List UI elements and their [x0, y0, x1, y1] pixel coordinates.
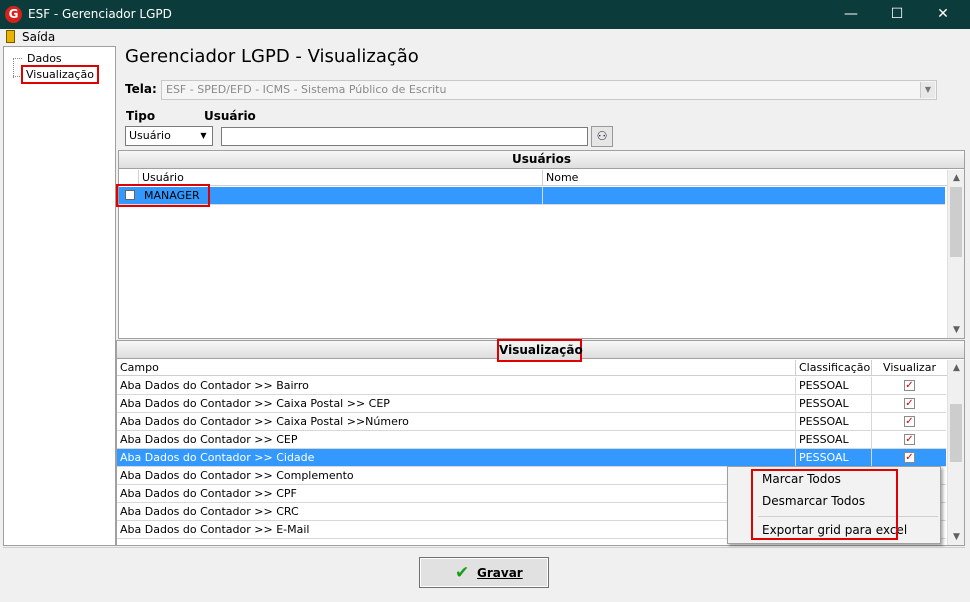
table-row[interactable]: MANAGER: [119, 187, 945, 205]
campo-cell: Aba Dados do Contador >> Complemento: [117, 467, 796, 485]
usuario-label: Usuário: [204, 109, 256, 123]
scroll-thumb[interactable]: [950, 187, 962, 257]
visualizar-cell: ✓: [872, 377, 946, 395]
app-logo-icon: G: [5, 6, 22, 23]
scroll-thumb[interactable]: [950, 404, 962, 462]
table-row[interactable]: Aba Dados do Contador >> Bairro PESSOAL …: [117, 377, 946, 395]
navigation-tree: [3, 46, 116, 546]
scroll-down-icon[interactable]: ▼: [948, 322, 965, 338]
scroll-up-icon[interactable]: ▲: [948, 360, 965, 376]
chevron-down-icon[interactable]: ▼: [196, 128, 211, 144]
window-title: ESF - Gerenciador LGPD: [28, 7, 172, 21]
scroll-down-icon[interactable]: ▼: [948, 529, 965, 545]
campo-cell: Aba Dados do Contador >> CPF: [117, 485, 796, 503]
tipo-label: Tipo: [126, 109, 156, 123]
exit-door-icon: [6, 30, 15, 43]
tipo-select[interactable]: Usuário ▼: [125, 126, 213, 146]
visualizar-cell: ✓: [872, 449, 946, 467]
table-row[interactable]: Aba Dados do Contador >> Caixa Postal >>…: [117, 395, 946, 413]
highlight-box: [751, 469, 898, 540]
page-title: Gerenciador LGPD - Visualização: [125, 46, 419, 67]
visualizar-cell: ✓: [872, 413, 946, 431]
vis-grid-scrollbar[interactable]: ▲ ▼: [947, 360, 964, 545]
users-grid-header: Usuário Nome: [119, 170, 947, 186]
classificacao-cell: PESSOAL: [796, 377, 872, 395]
classificacao-cell: PESSOAL: [796, 449, 872, 467]
title-bar: G ESF - Gerenciador LGPD — ☐ ✕: [0, 0, 970, 29]
close-icon[interactable]: ✕: [920, 0, 966, 29]
visualizar-checkbox[interactable]: ✓: [904, 398, 915, 409]
tela-select-value: ESF - SPED/EFD - ICMS - Sistema Público …: [166, 83, 447, 96]
campo-cell: Aba Dados do Contador >> Caixa Postal >>…: [117, 413, 796, 431]
campo-cell: Aba Dados do Contador >> Bairro: [117, 377, 796, 395]
check-icon: ✔: [455, 563, 470, 583]
campo-cell: Aba Dados do Contador >> Caixa Postal >>…: [117, 395, 796, 413]
classificacao-cell: PESSOAL: [796, 413, 872, 431]
highlight-box: [116, 184, 210, 207]
campo-cell: Aba Dados do Contador >> E-Mail: [117, 521, 796, 539]
save-button[interactable]: ✔ Gravar: [419, 557, 549, 588]
usuario-input[interactable]: [221, 127, 588, 146]
menu-exit[interactable]: Saída: [22, 30, 55, 44]
tree-connector: [13, 58, 14, 78]
search-binoculars-button[interactable]: ⚇: [591, 126, 613, 147]
campo-cell: Aba Dados do Contador >> CRC: [117, 503, 796, 521]
tipo-select-value: Usuário: [129, 129, 171, 142]
tela-label: Tela:: [125, 82, 157, 96]
classificacao-cell: PESSOAL: [796, 395, 872, 413]
visualizar-checkbox[interactable]: ✓: [904, 452, 915, 463]
visualizar-checkbox[interactable]: ✓: [904, 434, 915, 445]
column-header-nome[interactable]: Nome: [543, 170, 947, 186]
vis-grid-header: Campo Classificação Visualizar: [117, 360, 947, 376]
name-cell: [543, 187, 945, 205]
tree-item-dados[interactable]: Dados: [27, 52, 62, 65]
visualizar-checkbox[interactable]: ✓: [904, 416, 915, 427]
users-panel: Usuários Usuário Nome ▲ ▼: [118, 150, 965, 339]
table-row[interactable]: Aba Dados do Contador >> CEP PESSOAL ✓: [117, 431, 946, 449]
table-row[interactable]: Aba Dados do Contador >> Caixa Postal >>…: [117, 413, 946, 431]
users-panel-caption: Usuários: [119, 151, 964, 169]
users-grid-scrollbar[interactable]: ▲ ▼: [947, 170, 964, 338]
menu-bar: [0, 29, 970, 46]
chevron-down-icon: ▼: [920, 82, 935, 98]
classificacao-cell: PESSOAL: [796, 431, 872, 449]
binoculars-icon: ⚇: [596, 129, 608, 143]
column-header-visualizar[interactable]: Visualizar: [872, 360, 947, 376]
column-header-campo[interactable]: Campo: [117, 360, 796, 376]
visualizar-cell: ✓: [872, 395, 946, 413]
column-header-classificacao[interactable]: Classificação: [796, 360, 872, 376]
campo-cell: Aba Dados do Contador >> CEP: [117, 431, 796, 449]
tree-item-visualizacao[interactable]: Visualização: [21, 65, 99, 84]
tela-select: ESF - SPED/EFD - ICMS - Sistema Público …: [161, 80, 937, 100]
minimize-icon[interactable]: —: [828, 0, 874, 29]
visualizacao-panel-caption: Visualização: [497, 339, 583, 362]
table-row-selected[interactable]: Aba Dados do Contador >> Cidade PESSOAL …: [117, 449, 946, 467]
scroll-up-icon[interactable]: ▲: [948, 170, 965, 186]
tree-connector: [13, 58, 22, 59]
visualizar-cell: ✓: [872, 431, 946, 449]
save-button-label: Gravar: [477, 566, 523, 580]
maximize-icon[interactable]: ☐: [874, 0, 920, 29]
campo-cell: Aba Dados do Contador >> Cidade: [117, 449, 796, 467]
visualizar-checkbox[interactable]: ✓: [904, 380, 915, 391]
